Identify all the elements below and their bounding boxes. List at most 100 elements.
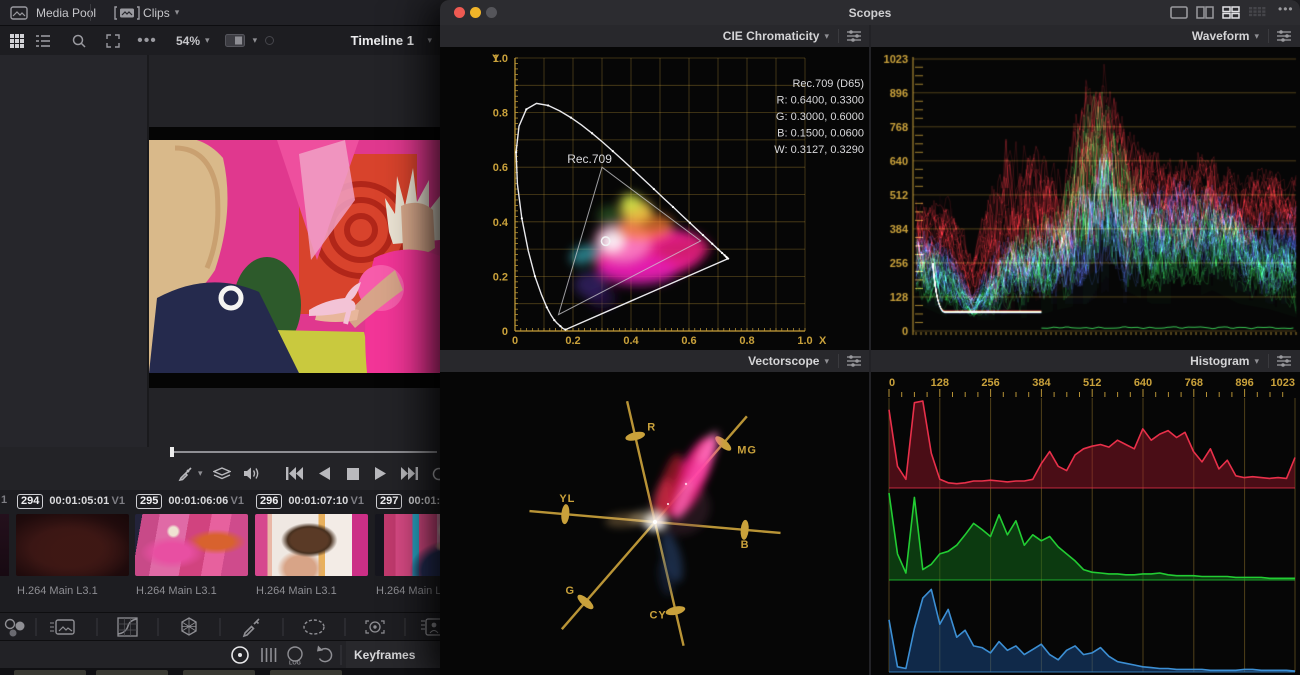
timeline-selector[interactable]: Timeline 1 (351, 33, 414, 48)
svg-text:640: 640 (1134, 377, 1152, 389)
thumbnail-view-icon[interactable] (222, 31, 248, 51)
topbar-divider (90, 4, 91, 21)
cie-chromaticity-plot: 00.20.40.60.81.01.00.80.60.40.20YXRec.70… (440, 47, 870, 350)
magic-mask-icon[interactable] (421, 619, 440, 635)
cie-scope-panel: 00.20.40.60.81.01.00.80.60.40.20YXRec.70… (440, 47, 870, 350)
audio-icon[interactable] (243, 466, 260, 481)
list-view-icon[interactable] (30, 31, 56, 51)
retime-bars-icon[interactable] (262, 648, 276, 662)
svg-text:0.2: 0.2 (493, 271, 508, 283)
clip-track-label: 1 (1, 494, 7, 506)
cie-chevron-icon[interactable]: ▾ (824, 31, 829, 42)
clip-thumbnail[interactable] (255, 514, 368, 576)
color-picker-icon[interactable] (177, 466, 193, 482)
vectorscope-chevron-icon[interactable]: ▾ (824, 356, 829, 367)
svg-text:0.4: 0.4 (493, 217, 509, 229)
qualifier-icon[interactable] (244, 619, 259, 636)
clip-card[interactable]: 29500:01:06:06V1H.264 Main L3.1 (133, 490, 250, 612)
play-icon[interactable] (375, 467, 387, 480)
four-up-view-icon[interactable] (1222, 6, 1240, 19)
thumbnail-view-chevron-icon[interactable]: ▾ (253, 35, 258, 46)
clip-thumbnail[interactable] (16, 514, 129, 576)
keyframes-bar: LOG Keyframes (0, 640, 440, 669)
application-root: Media Pool Clips ▾ ••• 54% ▾ ▾ (0, 0, 1300, 675)
clips-label[interactable]: Clips (143, 6, 170, 20)
waveform-panel-header: Waveform ▾ (870, 25, 1300, 48)
viewer-scrubber[interactable] (149, 447, 440, 457)
log-wheel-icon[interactable]: LOG (288, 647, 302, 667)
clip-card[interactable]: 29400:01:05:01V1H.264 Main L3.1 (14, 490, 131, 612)
vectorscope-scope-selector[interactable]: Vectorscope (748, 354, 819, 368)
clips-chevron-icon[interactable]: ▾ (175, 7, 180, 18)
cie-scope-selector[interactable]: CIE Chromaticity (723, 29, 820, 43)
viewer-video-frame (149, 140, 440, 373)
histogram-settings-icon[interactable] (1276, 354, 1292, 368)
clip-card[interactable]: 29700:01:0H.264 Main L (373, 490, 440, 612)
scopes-panel-divider[interactable] (869, 25, 871, 675)
playhead[interactable] (170, 447, 174, 457)
clip-color-dot[interactable] (265, 36, 274, 45)
keyframes-label: Keyframes (354, 648, 415, 662)
go-to-last-icon[interactable] (401, 467, 418, 480)
svg-text:1.0: 1.0 (797, 335, 812, 347)
reset-icon[interactable] (317, 646, 332, 662)
histogram-panel-header: Histogram ▾ (870, 350, 1300, 373)
window-more-options-icon[interactable]: ••• (1278, 2, 1294, 16)
timeline-clip-top (96, 670, 168, 675)
scopes-titlebar[interactable]: Scopes ••• (440, 0, 1300, 26)
grid-16-view-icon[interactable] (1248, 6, 1266, 19)
svg-text:0.6: 0.6 (681, 335, 696, 347)
viewer-area (149, 55, 440, 447)
grid-view-icon[interactable] (4, 31, 30, 51)
color-warper-icon[interactable] (182, 618, 196, 635)
svg-text:512: 512 (1083, 377, 1101, 389)
clip-thumbnail[interactable] (375, 514, 440, 576)
clip-card-partial[interactable]: 1 (0, 490, 11, 612)
single-view-icon[interactable] (1170, 6, 1188, 19)
wipe-layers-icon[interactable] (213, 467, 231, 481)
stills-icon[interactable] (50, 620, 74, 634)
media-pool-icon (6, 3, 32, 23)
clip-track-label: V1 (351, 495, 364, 507)
clip-thumbnail[interactable] (135, 514, 248, 576)
timeline-chevron-icon[interactable]: ▾ (427, 35, 432, 46)
keyframe-dot-icon[interactable] (232, 647, 248, 663)
vectorscope-scope-panel: RMGBCYGYL (440, 372, 870, 675)
picker-dropdown-icon[interactable]: ▾ (198, 468, 203, 479)
svg-text:CY: CY (649, 610, 666, 622)
histogram-plot: 01282563845126407688961023 (870, 372, 1300, 675)
waveform-settings-icon[interactable] (1276, 29, 1292, 43)
tracker-icon[interactable] (366, 621, 384, 633)
histogram-scope-selector[interactable]: Histogram (1190, 354, 1249, 368)
clip-card-header: 29600:01:07:10V1 (253, 493, 370, 509)
transport-bar: ▾ (149, 457, 440, 490)
clip-card[interactable]: 29600:01:07:10V1H.264 Main L3.1 (253, 490, 370, 612)
clip-card-header: 29700:01:0 (373, 493, 440, 509)
cie-settings-icon[interactable] (846, 29, 862, 43)
zoom-chevron-icon[interactable]: ▾ (205, 35, 210, 46)
svg-text:R: 0.6400, 0.3300: R: 0.6400, 0.3300 (777, 95, 864, 107)
histogram-chevron-icon[interactable]: ▾ (1254, 356, 1259, 367)
media-pool-label[interactable]: Media Pool (36, 6, 96, 20)
search-icon[interactable] (66, 31, 92, 51)
media-pool-pane[interactable] (0, 55, 149, 447)
clip-thumbnail (0, 514, 9, 576)
keyframes-tab[interactable]: Keyframes (346, 641, 440, 669)
waveform-scope-selector[interactable]: Waveform (1192, 29, 1250, 43)
scrubber-track[interactable] (171, 451, 437, 453)
color-wheels-icon[interactable] (6, 620, 25, 637)
more-options-icon[interactable]: ••• (134, 31, 160, 51)
vectorscope-panel-header: Vectorscope ▾ (440, 350, 870, 373)
fit-view-icon[interactable] (100, 31, 126, 51)
power-window-icon[interactable] (304, 620, 324, 634)
go-to-first-icon[interactable] (286, 467, 303, 480)
curves-icon[interactable] (118, 618, 137, 636)
waveform-chevron-icon[interactable]: ▾ (1254, 31, 1259, 42)
svg-text:YL: YL (559, 493, 575, 505)
step-back-icon[interactable] (319, 467, 331, 480)
palette-bar (0, 612, 440, 641)
two-up-view-icon[interactable] (1196, 6, 1214, 19)
zoom-level[interactable]: 54% (176, 34, 200, 48)
vectorscope-settings-icon[interactable] (846, 354, 862, 368)
stop-icon[interactable] (347, 468, 359, 480)
